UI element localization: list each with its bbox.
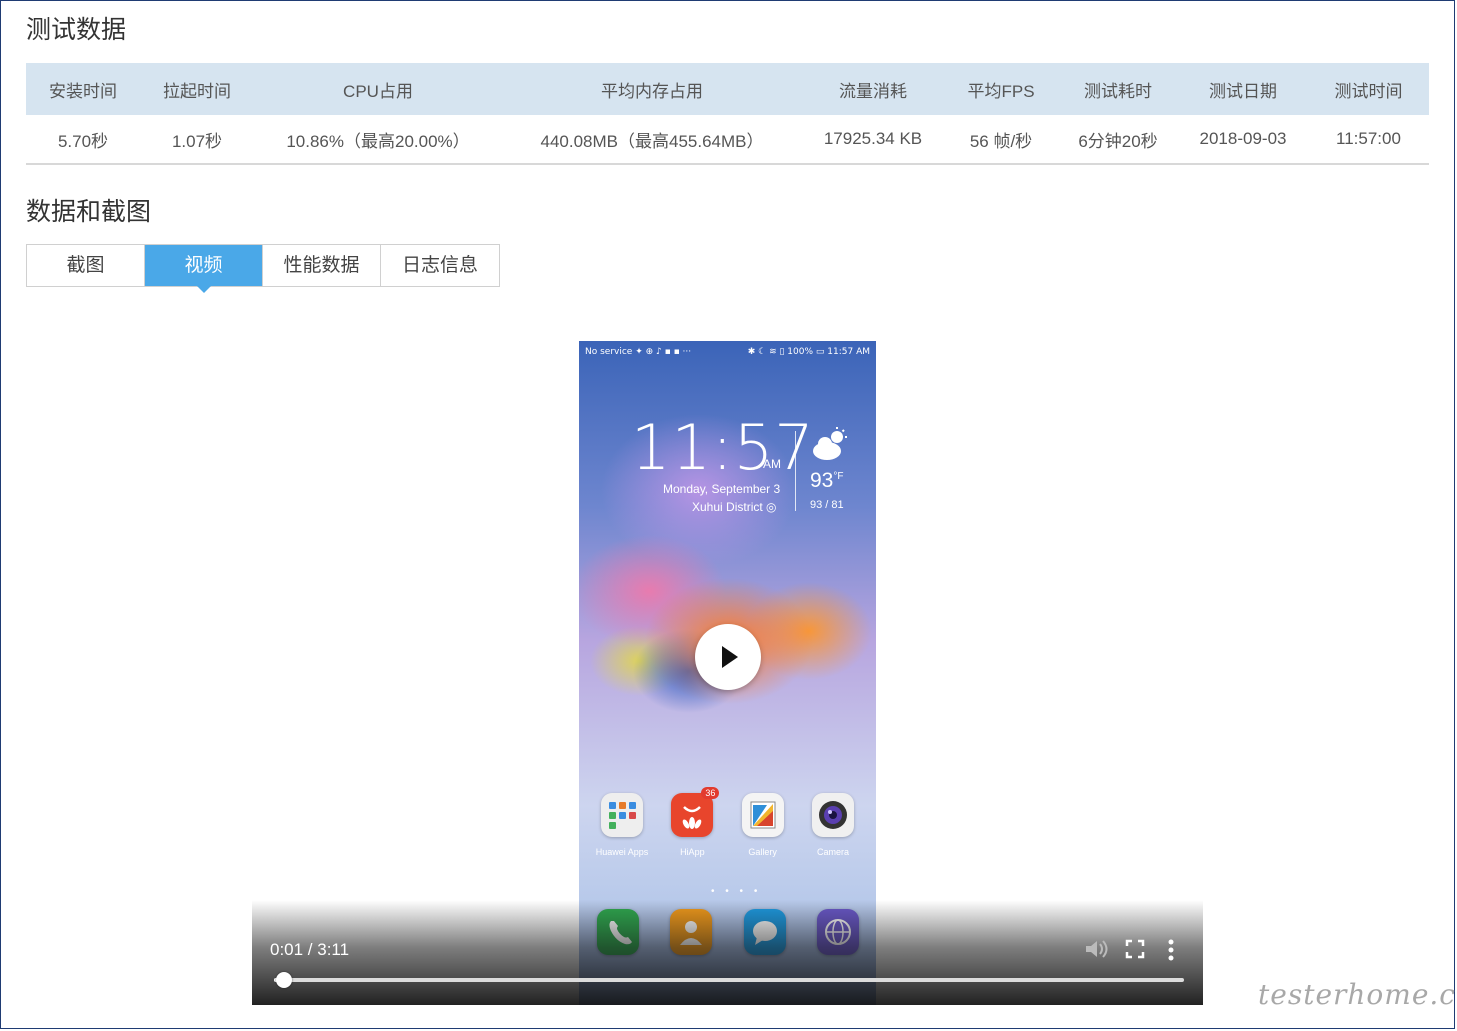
app-huawei-apps: Huawei Apps [587,793,657,857]
header-cpu: CPU占用 [254,63,502,115]
section-title-test-data: 测试数据 [26,16,127,44]
status-right: ✱ ☾ ≋ ▯ 100% ▭ 11:57 AM [747,347,870,357]
tab-bar: 截图 视频 性能数据 日志信息 [26,244,500,293]
app-label: Camera [816,847,849,857]
watermark: testerhome.com [1258,978,1457,1011]
volume-icon[interactable] [1084,938,1108,965]
app-hiapp: 36 HiApp [657,787,727,857]
more-options-icon[interactable] [1166,938,1176,967]
cell-memory: 440.08MB（最高455.64MB） [502,115,802,165]
cell-install-time: 5.70秒 [26,115,140,165]
tab-performance-data[interactable]: 性能数据 [263,245,381,286]
tab-screenshots[interactable]: 截图 [27,245,145,286]
gallery-icon [741,793,784,837]
phone-status-bar: No service ✦ ⊕ ♪ ▪ ▪ ··· ✱ ☾ ≋ ▯ 100% ▭ … [585,347,870,361]
temp-value: 93 [810,469,834,492]
progress-track[interactable] [274,972,1184,988]
huawei-apps-icon [601,793,643,837]
fullscreen-icon[interactable] [1125,938,1145,965]
app-label: Huawei Apps [595,847,649,857]
temp-unit: °F [833,471,844,482]
header-duration: 测试耗时 [1058,63,1178,115]
notification-badge: 36 [701,787,720,799]
tab-video[interactable]: 视频 [145,245,263,293]
stats-table: 安装时间 拉起时间 CPU占用 平均内存占用 流量消耗 平均FPS 测试耗时 测… [26,63,1429,165]
video-time: 0:01 / 3:11 [270,940,350,959]
cell-launch-time: 1.07秒 [140,115,254,165]
header-date: 测试日期 [1178,63,1308,115]
header-memory: 平均内存占用 [502,63,802,115]
cell-fps: 56 帧/秒 [944,115,1058,165]
app-icons-row: Huawei Apps 36 HiApp Gallery Camera [587,787,868,857]
temperature-range: 93 / 81 [810,499,844,511]
cell-time: 11:57:00 [1308,115,1429,165]
table-row: 5.70秒 1.07秒 10.86%（最高20.00%） 440.08MB（最高… [26,115,1429,165]
lockscreen-clock: 11:57 [631,411,815,484]
app-label: HiApp [680,847,705,857]
header-launch-time: 拉起时间 [140,63,254,115]
page-indicator: • • • • [711,886,762,897]
video-player[interactable]: No service ✦ ⊕ ♪ ▪ ▪ ··· ✱ ☾ ≋ ▯ 100% ▭ … [252,340,1203,1005]
play-button[interactable] [695,624,761,690]
status-left: No service ✦ ⊕ ♪ ▪ ▪ ··· [585,347,692,357]
tab-log-info[interactable]: 日志信息 [381,245,499,286]
header-traffic: 流量消耗 [802,63,944,115]
section-title-data-screenshots: 数据和截图 [26,198,152,226]
cell-cpu: 10.86%（最高20.00%） [254,115,502,165]
clock-location: Xuhui District ◎ [692,500,777,514]
app-gallery: Gallery [728,793,798,857]
video-controls: 0:01 / 3:11 [252,900,1203,1005]
cell-duration: 6分钟20秒 [1058,115,1178,165]
cell-traffic: 17925.34 KB [802,115,944,165]
hiapp-icon: 36 [671,787,720,837]
progress-thumb[interactable] [276,972,292,988]
partly-cloudy-icon [811,427,851,466]
cell-date: 2018-09-03 [1178,115,1308,165]
stats-header-row: 安装时间 拉起时间 CPU占用 平均内存占用 流量消耗 平均FPS 测试耗时 测… [26,63,1429,115]
camera-icon [811,793,854,837]
app-label: Gallery [748,847,777,857]
weather-divider [795,431,796,511]
header-time: 测试时间 [1308,63,1429,115]
weather-temperature: 93°F [810,469,843,493]
clock-ampm: AM [763,457,781,471]
app-camera: Camera [798,793,868,857]
header-fps: 平均FPS [944,63,1058,115]
header-install-time: 安装时间 [26,63,140,115]
clock-date: Monday, September 3 [663,482,781,496]
